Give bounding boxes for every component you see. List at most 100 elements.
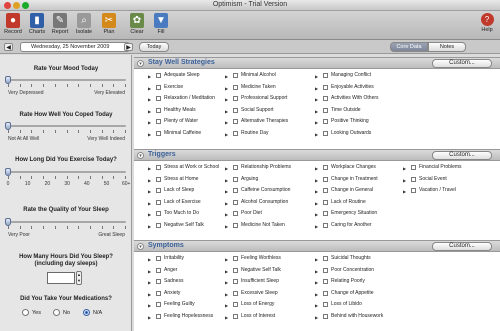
expand-triangle-icon[interactable]: ▶ [225, 177, 228, 184]
checklist-item[interactable]: ▶ Social Support [225, 107, 310, 115]
checkbox[interactable] [323, 302, 328, 307]
checkbox[interactable] [323, 176, 328, 182]
checklist-item[interactable]: ▶ Enjoyable Activities [315, 84, 400, 92]
checkbox[interactable] [323, 188, 328, 193]
expand-triangle-icon[interactable]: ▶ [315, 223, 318, 230]
checklist-item[interactable]: ▶ Negative Self Talk [148, 222, 233, 230]
expand-triangle-icon[interactable]: ▶ [315, 177, 318, 184]
expand-triangle-icon[interactable]: ▶ [315, 314, 318, 321]
expand-triangle-icon[interactable]: ▶ [148, 268, 151, 275]
checklist-item[interactable]: ▶ Professional Support [225, 95, 310, 103]
expand-triangle-icon[interactable]: ▶ [315, 211, 318, 218]
checklist-item[interactable]: ▶ Positive Thinking [315, 118, 400, 126]
checkbox[interactable] [233, 222, 238, 228]
toolbar-report-button[interactable]: ✎ Report [49, 13, 71, 38]
checklist-item[interactable]: ▶ Change in Treatment [315, 176, 400, 184]
checklist-item[interactable]: ▶ Change of Appetite [315, 290, 400, 298]
expand-triangle-icon[interactable]: ▶ [225, 108, 228, 115]
checklist-item[interactable]: ▶ Stress at Home [148, 176, 233, 184]
checkbox[interactable] [411, 188, 416, 193]
checkbox[interactable] [156, 130, 161, 136]
checklist-item[interactable]: ▶ Medicine Taken [225, 84, 310, 92]
expand-triangle-icon[interactable]: ▶ [225, 73, 228, 80]
sleep_quality-slider-knob[interactable] [5, 218, 11, 226]
checkbox[interactable] [156, 267, 161, 273]
mood-slider-knob[interactable] [5, 76, 11, 84]
checklist-item[interactable]: ▶ Loss of Energy [225, 301, 310, 309]
expand-triangle-icon[interactable]: ▶ [148, 279, 151, 286]
checklist-item[interactable]: ▶ Irritability [148, 255, 233, 263]
checklist-item[interactable]: ▶ Workplace Changes [315, 164, 400, 172]
checklist-item[interactable]: ▶ Adequate Sleep [148, 72, 233, 80]
tab-core-data[interactable]: Core Data [390, 42, 428, 52]
expand-triangle-icon[interactable]: ▶ [148, 108, 151, 115]
toolbar-record-button[interactable]: ● Record [2, 13, 24, 38]
expand-triangle-icon[interactable]: ▶ [315, 188, 318, 195]
checkbox[interactable] [323, 279, 328, 284]
disclosure-toggle-icon[interactable]: ▾ [137, 152, 144, 159]
toolbar-charts-button[interactable]: ▮ Charts [26, 13, 48, 38]
checkbox[interactable] [233, 302, 238, 307]
checkbox[interactable] [156, 290, 161, 296]
expand-triangle-icon[interactable]: ▶ [148, 188, 151, 195]
checklist-item[interactable]: ▶ Negative Self Talk [225, 267, 310, 275]
checklist-item[interactable]: ▶ Vacation / Travel [403, 187, 488, 195]
checkbox[interactable] [323, 73, 328, 78]
expand-triangle-icon[interactable]: ▶ [225, 279, 228, 286]
checkbox[interactable] [323, 84, 328, 90]
checkbox[interactable] [156, 313, 161, 319]
checklist-item[interactable]: ▶ Lack of Sleep [148, 187, 233, 195]
checklist-item[interactable]: ▶ Managing Conflict [315, 72, 400, 80]
expand-triangle-icon[interactable]: ▶ [315, 108, 318, 115]
cope-slider-knob[interactable] [5, 122, 11, 130]
disclosure-toggle-icon[interactable]: ▾ [137, 60, 144, 67]
toolbar-fill-button[interactable]: ▼ Fill [150, 13, 172, 38]
checklist-item[interactable]: ▶ Suicidal Thoughts [315, 255, 400, 263]
expand-triangle-icon[interactable]: ▶ [315, 131, 318, 138]
expand-triangle-icon[interactable]: ▶ [148, 211, 151, 218]
expand-triangle-icon[interactable]: ▶ [225, 314, 228, 321]
checkbox[interactable] [156, 107, 161, 113]
expand-triangle-icon[interactable]: ▶ [315, 165, 318, 172]
exercise-slider-track[interactable] [8, 171, 126, 173]
checkbox[interactable] [233, 73, 238, 78]
expand-triangle-icon[interactable]: ▶ [315, 119, 318, 126]
checklist-item[interactable]: ▶ Loss of Libido [315, 301, 400, 309]
expand-triangle-icon[interactable]: ▶ [148, 165, 151, 172]
checkbox[interactable] [156, 119, 161, 124]
checklist-item[interactable]: ▶ Medicine Not Taken [225, 222, 310, 230]
checklist-item[interactable]: ▶ Caring for Another [315, 222, 400, 230]
checklist-item[interactable]: ▶ Social Event [403, 176, 488, 184]
medications-option-yes[interactable]: Yes [22, 309, 50, 317]
expand-triangle-icon[interactable]: ▶ [315, 96, 318, 103]
expand-triangle-icon[interactable]: ▶ [225, 256, 228, 263]
checklist-item[interactable]: ▶ Insufficient Sleep [225, 278, 310, 286]
radio-button[interactable] [53, 309, 60, 316]
expand-triangle-icon[interactable]: ▶ [148, 200, 151, 207]
checkbox[interactable] [233, 188, 238, 193]
medications-option-no[interactable]: No [53, 309, 81, 317]
checklist-item[interactable]: ▶ Routine Day [225, 130, 310, 138]
expand-triangle-icon[interactable]: ▶ [148, 96, 151, 103]
custom-button[interactable]: Custom... [432, 242, 492, 251]
checklist-item[interactable]: ▶ Anxiety [148, 290, 233, 298]
checkbox[interactable] [156, 165, 161, 170]
expand-triangle-icon[interactable]: ▶ [148, 177, 151, 184]
checkbox[interactable] [323, 211, 328, 216]
expand-triangle-icon[interactable]: ▶ [225, 291, 228, 298]
expand-triangle-icon[interactable]: ▶ [315, 291, 318, 298]
checklist-item[interactable]: ▶ Lack of Exercise [148, 199, 233, 207]
checklist-item[interactable]: ▶ Sadness [148, 278, 233, 286]
checklist-item[interactable]: ▶ Alternative Therapies [225, 118, 310, 126]
expand-triangle-icon[interactable]: ▶ [225, 131, 228, 138]
checkbox[interactable] [233, 256, 238, 261]
checklist-item[interactable]: ▶ Time Outside [315, 107, 400, 115]
checklist-item[interactable]: ▶ Activities With Others [315, 95, 400, 103]
exercise-slider-knob[interactable] [5, 168, 11, 176]
custom-button[interactable]: Custom... [432, 151, 492, 160]
expand-triangle-icon[interactable]: ▶ [225, 119, 228, 126]
checkbox[interactable] [233, 267, 238, 273]
checklist-item[interactable]: ▶ Minimal Alcohol [225, 72, 310, 80]
checkbox[interactable] [156, 73, 161, 78]
checkbox[interactable] [156, 176, 161, 182]
